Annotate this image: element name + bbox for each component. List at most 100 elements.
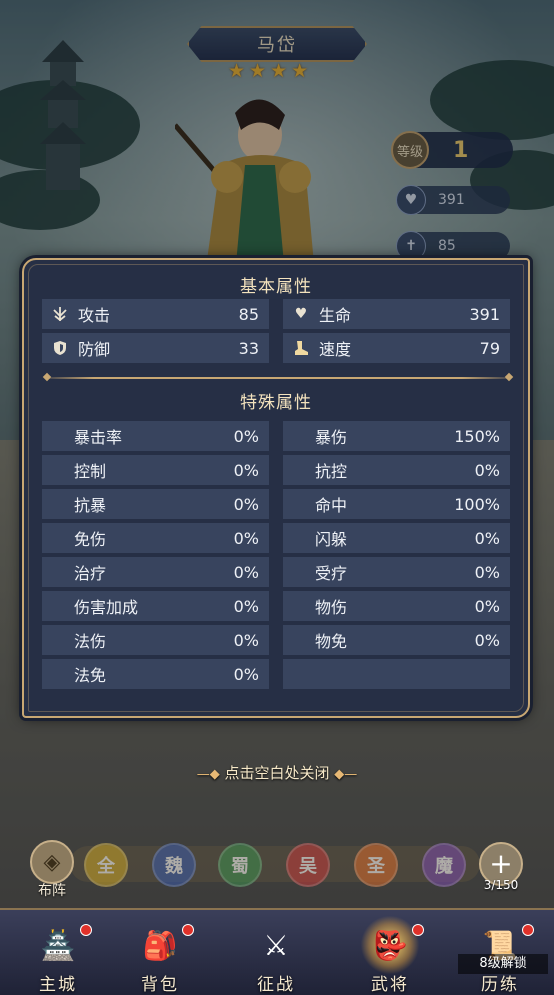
bottom-nav: 🏯 主城 🎒 背包 ⚔ 征战 👺 武将 📜 8级解锁 历练	[0, 908, 554, 995]
palace-icon: 🏯	[40, 928, 76, 962]
attribute-panel: 基本属性 攻击 85 ♥ 生命 391 防御 33 速度 79 特殊属性 暴击率…	[22, 258, 530, 718]
attr-value: 0%	[474, 630, 500, 650]
faction-mo[interactable]: 魔	[422, 843, 466, 887]
crossed-swords-icon: ⚔	[263, 928, 289, 962]
nav-label: 主城	[39, 975, 77, 995]
attr-value: 0%	[233, 528, 259, 548]
attr-label: 免伤	[74, 530, 107, 549]
attr-value: 0%	[233, 460, 259, 480]
faction-filter-bar: ◈ 布阵 全 魏 蜀 吴 圣 魔 + 3/150	[0, 840, 554, 900]
formation-icon: ◈	[30, 840, 74, 884]
notification-dot	[522, 924, 534, 936]
attr-row-physical-immunity: 物免 0%	[283, 625, 510, 655]
attr-row-magic-immunity: 法免 0%	[42, 659, 269, 689]
attr-row-empty	[283, 659, 510, 689]
attr-row-hp: ♥ 生命 391	[283, 299, 510, 329]
attr-value: 0%	[474, 460, 500, 480]
attr-value: 33	[238, 338, 259, 358]
notification-dot	[412, 924, 424, 936]
nav-generals[interactable]: 👺 武将	[340, 910, 440, 995]
attr-value: 0%	[474, 528, 500, 548]
attr-label: 攻击	[78, 306, 111, 325]
add-hero-button[interactable]: + 3/150	[476, 842, 526, 892]
faction-all[interactable]: 全	[84, 843, 128, 887]
nav-label: 背包	[141, 975, 179, 995]
attr-label: 生命	[319, 306, 352, 325]
attr-row-dodge: 闪躲 0%	[283, 523, 510, 553]
attr-value: 100%	[454, 494, 500, 514]
close-hint[interactable]: —◆ 点击空白处关闭 ◆—	[0, 762, 554, 783]
hint-deco-right: ◆—	[334, 767, 358, 782]
attr-label: 法免	[74, 666, 107, 685]
attr-value: 0%	[233, 494, 259, 514]
attr-value: 0%	[474, 562, 500, 582]
attr-label: 暴击率	[74, 428, 123, 447]
notification-dot	[182, 924, 194, 936]
close-hint-text: 点击空白处关闭	[224, 764, 330, 782]
attr-value: 150%	[454, 426, 500, 446]
attr-label: 闪躲	[315, 530, 348, 549]
attr-label: 命中	[315, 496, 348, 515]
attr-row-hit: 命中 100%	[283, 489, 510, 519]
attr-label: 抗控	[315, 462, 348, 481]
attr-value: 391	[469, 304, 500, 324]
attr-row-damage-bonus: 伤害加成 0%	[42, 591, 269, 621]
attr-label: 物免	[315, 632, 348, 651]
attr-row-crit-rate: 暴击率 0%	[42, 421, 269, 451]
nav-label: 武将	[371, 975, 409, 995]
attr-label: 治疗	[74, 564, 107, 583]
attr-value: 0%	[233, 664, 259, 684]
attr-row-damage-reduction: 免伤 0%	[42, 523, 269, 553]
faction-shu[interactable]: 蜀	[218, 843, 262, 887]
general-mask-icon: 👺	[360, 916, 420, 974]
attr-value: 0%	[474, 596, 500, 616]
attr-row-control: 控制 0%	[42, 455, 269, 485]
formation-button[interactable]: ◈ 布阵	[24, 840, 80, 900]
backpack-icon: 🎒	[142, 928, 178, 962]
attr-value: 85	[238, 304, 259, 324]
nav-training[interactable]: 📜 8级解锁 历练	[450, 910, 550, 995]
faction-wei[interactable]: 魏	[152, 843, 196, 887]
attr-row-crit-damage: 暴伤 150%	[283, 421, 510, 451]
nav-backpack[interactable]: 🎒 背包	[110, 910, 210, 995]
attr-row-speed: 速度 79	[283, 333, 510, 363]
attack-icon	[52, 306, 68, 322]
attr-row-healing: 治疗 0%	[42, 557, 269, 587]
attr-row-attack: 攻击 85	[42, 299, 269, 329]
attr-label: 速度	[319, 340, 352, 359]
boot-icon	[293, 340, 309, 356]
attr-value: 0%	[233, 426, 259, 446]
hint-deco-left: —◆	[196, 767, 220, 782]
notification-dot	[80, 924, 92, 936]
special-attr-title: 特殊属性	[240, 393, 312, 413]
faction-wu[interactable]: 吴	[286, 843, 330, 887]
attr-row-physical-damage: 物伤 0%	[283, 591, 510, 621]
hero-count: 3/150	[483, 878, 519, 892]
attr-label: 物伤	[315, 598, 348, 617]
attr-value: 0%	[233, 562, 259, 582]
unlock-badge: 8级解锁	[458, 954, 548, 974]
attr-label: 法伤	[74, 632, 107, 651]
attr-label: 控制	[74, 462, 107, 481]
attr-label: 抗暴	[74, 496, 107, 515]
attr-value: 79	[479, 338, 500, 358]
attr-label: 伤害加成	[74, 598, 139, 617]
attr-label: 防御	[78, 340, 111, 359]
attr-value: 0%	[233, 596, 259, 616]
attr-row-defense: 防御 33	[42, 333, 269, 363]
formation-label: 布阵	[38, 883, 66, 899]
attr-row-crit-resist: 抗暴 0%	[42, 489, 269, 519]
section-divider	[48, 377, 508, 379]
nav-main-city[interactable]: 🏯 主城	[8, 910, 108, 995]
attr-row-healing-received: 受疗 0%	[283, 557, 510, 587]
faction-sheng[interactable]: 圣	[354, 843, 398, 887]
shield-icon	[52, 340, 68, 356]
attr-row-magic-damage: 法伤 0%	[42, 625, 269, 655]
attr-label: 受疗	[315, 564, 348, 583]
basic-attr-title: 基本属性	[240, 277, 312, 297]
attr-value: 0%	[233, 630, 259, 650]
heart-icon: ♥	[294, 306, 308, 322]
nav-campaign[interactable]: ⚔ 征战	[226, 910, 326, 995]
attr-label: 暴伤	[315, 428, 348, 447]
nav-label: 征战	[257, 975, 295, 995]
